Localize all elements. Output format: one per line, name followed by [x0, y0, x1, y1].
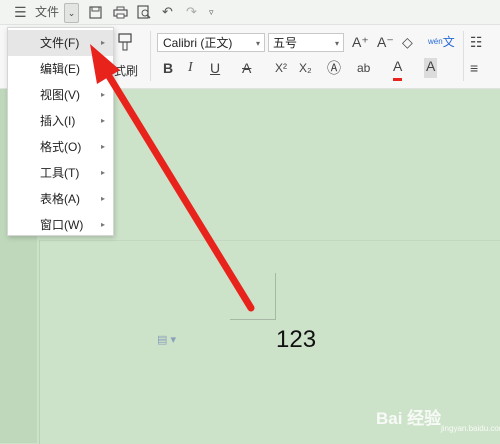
chevron-down-icon[interactable]: ⌄ [64, 3, 79, 23]
print-preview-icon[interactable] [137, 3, 151, 21]
chevron-down-icon: ▾ [334, 39, 339, 48]
clear-format-icon[interactable]: ◇ [402, 32, 413, 52]
char-shading-button[interactable]: A [424, 58, 438, 78]
watermark-logo: Bai 经验 [376, 409, 442, 428]
highlight-button[interactable]: ab [357, 58, 370, 78]
submenu-arrow-icon: ▸ [100, 142, 105, 151]
subscript-button[interactable]: X₂ [299, 58, 312, 78]
undo-icon[interactable]: ↶ [162, 3, 173, 21]
hamburger-icon[interactable]: ☰ [14, 3, 27, 21]
watermark-url: jingyan.baidu.com [441, 424, 500, 433]
submenu-arrow-icon: ▸ [100, 168, 105, 177]
submenu-arrow-icon: ▸ [100, 116, 105, 125]
underline-button[interactable]: U [210, 58, 220, 78]
menu-item-tools[interactable]: 工具(T) ▸ [8, 160, 113, 186]
chevron-down-icon: ▾ [255, 39, 260, 48]
shrink-font-icon[interactable]: A⁻ [377, 32, 394, 52]
bold-button[interactable]: B [163, 58, 173, 78]
submenu-arrow-icon: ▸ [100, 90, 105, 99]
quick-access-toolbar: ☰ 文件 ⌄ ↶ ↷ ▿ [0, 0, 500, 25]
italic-button[interactable]: I [188, 58, 193, 78]
divider [150, 31, 151, 81]
submenu-arrow-icon: ▸ [100, 38, 105, 47]
text-effect-button[interactable]: Ⓐ [327, 58, 341, 78]
grow-font-icon[interactable]: A⁺ [352, 32, 369, 52]
print-icon[interactable] [113, 3, 128, 21]
submenu-arrow-icon: ▸ [100, 194, 105, 203]
font-name-select[interactable]: Calibri (正文) ▾ [157, 33, 265, 52]
font-size-select[interactable]: 五号 ▾ [268, 33, 344, 52]
menu-item-edit[interactable]: 编辑(E) ▸ [8, 56, 113, 82]
paste-options-icon[interactable]: ▤ ▾ [157, 333, 176, 346]
customize-icon[interactable]: ▿ [209, 3, 214, 21]
file-dropdown-menu: 文件(F) ▸ 编辑(E) ▸ 视图(V) ▸ 插入(I) ▸ 格式(O) ▸ 工具(T)… [7, 27, 114, 236]
menu-item-format[interactable]: 格式(O) ▸ [8, 134, 113, 160]
format-painter-icon[interactable] [117, 33, 133, 53]
document-text[interactable]: 123 [276, 326, 316, 354]
redo-icon[interactable]: ↷ [186, 3, 197, 21]
submenu-arrow-icon: ▸ [100, 220, 105, 229]
menu-item-insert[interactable]: 插入(I) ▸ [8, 108, 113, 134]
menu-item-view[interactable]: 视图(V) ▸ [8, 82, 113, 108]
superscript-button[interactable]: X² [275, 58, 287, 78]
menu-item-window[interactable]: 窗口(W) ▸ [8, 212, 113, 238]
divider [463, 31, 464, 81]
margin-marker [230, 319, 276, 320]
bullets-icon[interactable]: ☷ [470, 32, 483, 52]
phonetic-guide-icon[interactable]: wén文 [428, 32, 455, 52]
margin-marker [275, 273, 276, 320]
file-menu-button[interactable]: 文件 [35, 3, 59, 21]
menu-item-table[interactable]: 表格(A) ▸ [8, 186, 113, 212]
align-left-icon[interactable]: ≡ [470, 58, 478, 78]
save-icon[interactable] [89, 3, 102, 21]
submenu-arrow-icon: ▸ [100, 64, 105, 73]
font-color-button[interactable]: A [393, 58, 403, 81]
menu-item-file[interactable]: 文件(F) ▸ [8, 30, 113, 56]
strikethrough-button[interactable]: A [242, 58, 251, 78]
format-painter-label[interactable]: 式刷 [114, 62, 138, 79]
